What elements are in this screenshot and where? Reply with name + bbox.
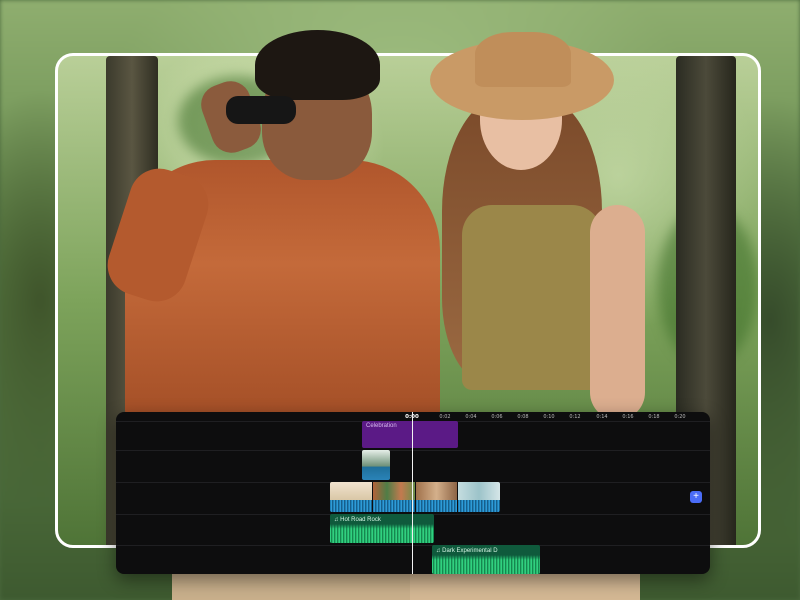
overlay-track xyxy=(116,450,710,483)
audio-track-2 xyxy=(116,545,710,574)
woman-arm xyxy=(590,205,645,420)
ruler-tick: 0:18 xyxy=(648,414,660,420)
video-segment[interactable] xyxy=(457,482,500,512)
ruler-tick: 0:06 xyxy=(491,414,503,420)
main-video-clip[interactable] xyxy=(330,482,500,512)
overlay-video-clip[interactable] xyxy=(362,450,390,480)
video-segment[interactable] xyxy=(371,482,415,512)
audio-waveform xyxy=(330,524,434,543)
woman-hat-crown xyxy=(475,32,571,87)
ruler-tick: 0:20 xyxy=(674,414,686,420)
video-segment[interactable] xyxy=(330,482,372,512)
audio-clip-label: Hot Road Rock xyxy=(340,517,381,523)
audio-clip-hot-road-rock[interactable]: ♫ Hot Road Rock xyxy=(330,514,434,543)
ruler-tick: 0:02 xyxy=(439,414,451,420)
music-note-icon: ♫ xyxy=(334,517,339,523)
ruler-tick: 0:12 xyxy=(569,414,581,420)
man-hair xyxy=(255,30,380,100)
video-segment[interactable] xyxy=(414,482,458,512)
audio-clip-label: Dark Experimental D xyxy=(442,548,498,554)
ruler-tick: 0:08 xyxy=(517,414,529,420)
text-clip-label: Celebration xyxy=(366,423,397,429)
binoculars xyxy=(226,96,296,124)
audio-waveform xyxy=(432,555,540,574)
ruler-tick: 0:14 xyxy=(596,414,608,420)
ruler-tick: 0:16 xyxy=(622,414,634,420)
audio-clip-dark-experimental[interactable]: ♫ Dark Experimental D xyxy=(432,545,540,574)
ruler-tick: 0:10 xyxy=(543,414,555,420)
ruler-tick: 0:04 xyxy=(465,414,477,420)
editor-timeline[interactable]: 0:00 0:02 0:04 0:06 0:08 0:10 0:12 0:14 … xyxy=(116,412,710,574)
woman-figure xyxy=(462,205,602,390)
text-clip-celebration[interactable]: Celebration xyxy=(362,421,458,448)
add-clip-button[interactable]: + xyxy=(690,491,702,503)
music-note-icon: ♫ xyxy=(436,548,441,554)
playhead[interactable] xyxy=(412,412,413,574)
